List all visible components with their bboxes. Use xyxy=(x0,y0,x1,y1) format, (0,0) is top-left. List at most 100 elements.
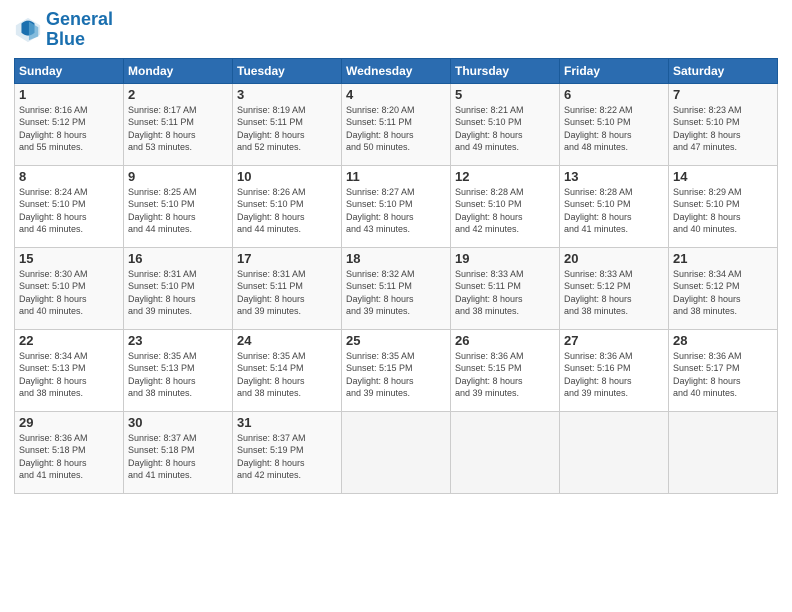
day-number: 16 xyxy=(128,251,228,266)
calendar-table: Sunday Monday Tuesday Wednesday Thursday… xyxy=(14,58,778,494)
calendar-cell: 10 Sunrise: 8:26 AM Sunset: 5:10 PM Dayli… xyxy=(233,165,342,247)
day-info: Sunrise: 8:19 AM Sunset: 5:11 PM Dayligh… xyxy=(237,104,337,154)
col-tuesday: Tuesday xyxy=(233,58,342,83)
day-info: Sunrise: 8:28 AM Sunset: 5:10 PM Dayligh… xyxy=(564,186,664,236)
day-number: 22 xyxy=(19,333,119,348)
calendar-cell: 28Sunrise: 8:36 AM Sunset: 5:17 PM Dayli… xyxy=(669,329,778,411)
calendar-cell: 7Sunrise: 8:23 AM Sunset: 5:10 PM Daylig… xyxy=(669,83,778,165)
day-info: Sunrise: 8:21 AM Sunset: 5:10 PM Dayligh… xyxy=(455,104,555,154)
calendar-cell: 4 Sunrise: 8:20 AM Sunset: 5:11 PM Daylig… xyxy=(342,83,451,165)
header-row: Sunday Monday Tuesday Wednesday Thursday… xyxy=(15,58,778,83)
day-number: 18 xyxy=(346,251,446,266)
logo: General Blue xyxy=(14,10,113,50)
calendar-cell: 2 Sunrise: 8:17 AM Sunset: 5:11 PM Daylig… xyxy=(124,83,233,165)
day-info: Sunrise: 8:16 AM Sunset: 5:12 PM Dayligh… xyxy=(19,104,119,154)
day-number: 15 xyxy=(19,251,119,266)
calendar-cell: 18 Sunrise: 8:32 AM Sunset: 5:11 PM Dayli… xyxy=(342,247,451,329)
calendar-cell: 15Sunrise: 8:30 AM Sunset: 5:10 PM Dayli… xyxy=(15,247,124,329)
calendar-cell: 3 Sunrise: 8:19 AM Sunset: 5:11 PM Daylig… xyxy=(233,83,342,165)
day-info: Sunrise: 8:17 AM Sunset: 5:11 PM Dayligh… xyxy=(128,104,228,154)
calendar-cell xyxy=(451,411,560,493)
header: General Blue xyxy=(14,10,778,50)
col-monday: Monday xyxy=(124,58,233,83)
day-info: Sunrise: 8:32 AM Sunset: 5:11 PM Dayligh… xyxy=(346,268,446,318)
day-info: Sunrise: 8:29 AM Sunset: 5:10 PM Dayligh… xyxy=(673,186,773,236)
day-number: 8 xyxy=(19,169,119,184)
day-info: Sunrise: 8:34 AM Sunset: 5:13 PM Dayligh… xyxy=(19,350,119,400)
day-number: 10 xyxy=(237,169,337,184)
day-number: 6 xyxy=(564,87,664,102)
day-number: 11 xyxy=(346,169,446,184)
calendar-cell: 12 Sunrise: 8:28 AM Sunset: 5:10 PM Dayli… xyxy=(451,165,560,247)
calendar-cell: 9 Sunrise: 8:25 AM Sunset: 5:10 PM Daylig… xyxy=(124,165,233,247)
day-number: 28 xyxy=(673,333,773,348)
day-number: 21 xyxy=(673,251,773,266)
day-info: Sunrise: 8:35 AM Sunset: 5:15 PM Dayligh… xyxy=(346,350,446,400)
calendar-cell: 16 Sunrise: 8:31 AM Sunset: 5:10 PM Dayli… xyxy=(124,247,233,329)
calendar-cell: 24 Sunrise: 8:35 AM Sunset: 5:14 PM Dayli… xyxy=(233,329,342,411)
main-container: General Blue Sunday Monday Tuesday Wedne… xyxy=(0,0,792,502)
calendar-cell: 30 Sunrise: 8:37 AM Sunset: 5:18 PM Dayli… xyxy=(124,411,233,493)
day-number: 29 xyxy=(19,415,119,430)
day-number: 3 xyxy=(237,87,337,102)
day-info: Sunrise: 8:31 AM Sunset: 5:10 PM Dayligh… xyxy=(128,268,228,318)
calendar-cell: 26 Sunrise: 8:36 AM Sunset: 5:15 PM Dayli… xyxy=(451,329,560,411)
calendar-row: 8Sunrise: 8:24 AM Sunset: 5:10 PM Daylig… xyxy=(15,165,778,247)
day-info: Sunrise: 8:37 AM Sunset: 5:18 PM Dayligh… xyxy=(128,432,228,482)
day-number: 12 xyxy=(455,169,555,184)
calendar-cell: 1 Sunrise: 8:16 AM Sunset: 5:12 PM Daylig… xyxy=(15,83,124,165)
day-number: 5 xyxy=(455,87,555,102)
calendar-cell xyxy=(669,411,778,493)
day-number: 25 xyxy=(346,333,446,348)
day-number: 14 xyxy=(673,169,773,184)
day-info: Sunrise: 8:20 AM Sunset: 5:11 PM Dayligh… xyxy=(346,104,446,154)
col-thursday: Thursday xyxy=(451,58,560,83)
calendar-cell: 13Sunrise: 8:28 AM Sunset: 5:10 PM Dayli… xyxy=(560,165,669,247)
day-info: Sunrise: 8:35 AM Sunset: 5:13 PM Dayligh… xyxy=(128,350,228,400)
day-info: Sunrise: 8:33 AM Sunset: 5:11 PM Dayligh… xyxy=(455,268,555,318)
calendar-cell: 21 Sunrise: 8:34 AM Sunset: 5:12 PM Dayli… xyxy=(669,247,778,329)
day-number: 4 xyxy=(346,87,446,102)
calendar-cell: 19 Sunrise: 8:33 AM Sunset: 5:11 PM Dayli… xyxy=(451,247,560,329)
day-number: 2 xyxy=(128,87,228,102)
day-number: 20 xyxy=(564,251,664,266)
day-info: Sunrise: 8:23 AM Sunset: 5:10 PM Dayligh… xyxy=(673,104,773,154)
calendar-cell: 25 Sunrise: 8:35 AM Sunset: 5:15 PM Dayli… xyxy=(342,329,451,411)
day-info: Sunrise: 8:27 AM Sunset: 5:10 PM Dayligh… xyxy=(346,186,446,236)
day-number: 26 xyxy=(455,333,555,348)
day-number: 27 xyxy=(564,333,664,348)
logo-icon xyxy=(14,16,42,44)
day-info: Sunrise: 8:25 AM Sunset: 5:10 PM Dayligh… xyxy=(128,186,228,236)
calendar-body: 1 Sunrise: 8:16 AM Sunset: 5:12 PM Daylig… xyxy=(15,83,778,493)
calendar-cell: 17 Sunrise: 8:31 AM Sunset: 5:11 PM Dayli… xyxy=(233,247,342,329)
day-info: Sunrise: 8:36 AM Sunset: 5:15 PM Dayligh… xyxy=(455,350,555,400)
col-saturday: Saturday xyxy=(669,58,778,83)
day-info: Sunrise: 8:33 AM Sunset: 5:12 PM Dayligh… xyxy=(564,268,664,318)
calendar-cell: 8Sunrise: 8:24 AM Sunset: 5:10 PM Daylig… xyxy=(15,165,124,247)
day-number: 17 xyxy=(237,251,337,266)
day-info: Sunrise: 8:26 AM Sunset: 5:10 PM Dayligh… xyxy=(237,186,337,236)
day-info: Sunrise: 8:28 AM Sunset: 5:10 PM Dayligh… xyxy=(455,186,555,236)
col-sunday: Sunday xyxy=(15,58,124,83)
calendar-cell: 27Sunrise: 8:36 AM Sunset: 5:16 PM Dayli… xyxy=(560,329,669,411)
calendar-cell xyxy=(342,411,451,493)
day-number: 1 xyxy=(19,87,119,102)
col-friday: Friday xyxy=(560,58,669,83)
day-number: 19 xyxy=(455,251,555,266)
day-number: 31 xyxy=(237,415,337,430)
calendar-cell: 11 Sunrise: 8:27 AM Sunset: 5:10 PM Dayli… xyxy=(342,165,451,247)
day-number: 24 xyxy=(237,333,337,348)
logo-text: General Blue xyxy=(46,10,113,50)
calendar-cell: 23Sunrise: 8:35 AM Sunset: 5:13 PM Dayli… xyxy=(124,329,233,411)
day-info: Sunrise: 8:31 AM Sunset: 5:11 PM Dayligh… xyxy=(237,268,337,318)
calendar-cell: 29 Sunrise: 8:36 AM Sunset: 5:18 PM Dayli… xyxy=(15,411,124,493)
day-info: Sunrise: 8:35 AM Sunset: 5:14 PM Dayligh… xyxy=(237,350,337,400)
day-number: 9 xyxy=(128,169,228,184)
day-info: Sunrise: 8:34 AM Sunset: 5:12 PM Dayligh… xyxy=(673,268,773,318)
day-info: Sunrise: 8:36 AM Sunset: 5:18 PM Dayligh… xyxy=(19,432,119,482)
day-number: 30 xyxy=(128,415,228,430)
calendar-cell: 22 Sunrise: 8:34 AM Sunset: 5:13 PM Dayli… xyxy=(15,329,124,411)
calendar-cell: 31 Sunrise: 8:37 AM Sunset: 5:19 PM Dayli… xyxy=(233,411,342,493)
day-info: Sunrise: 8:37 AM Sunset: 5:19 PM Dayligh… xyxy=(237,432,337,482)
calendar-row: 22 Sunrise: 8:34 AM Sunset: 5:13 PM Dayli… xyxy=(15,329,778,411)
